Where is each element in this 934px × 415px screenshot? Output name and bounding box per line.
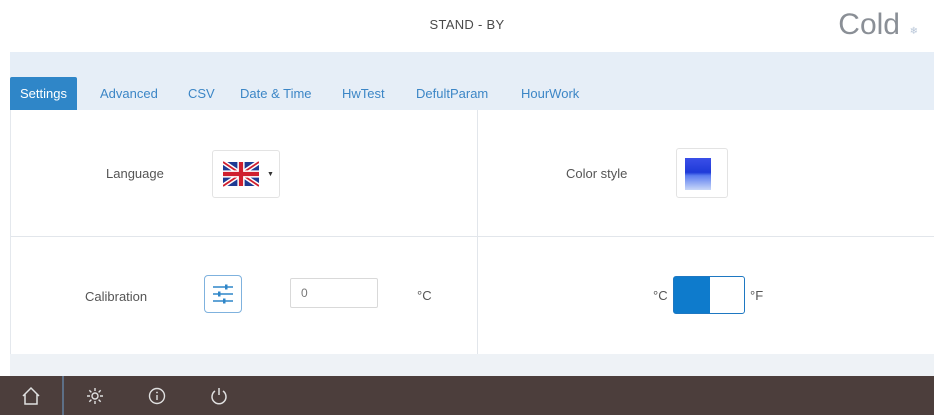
toggle-knob: [674, 277, 710, 313]
mode-label: Cold: [838, 8, 900, 41]
bottom-navbar: [0, 376, 934, 415]
language-select[interactable]: ▼: [212, 150, 280, 198]
color-swatch: [685, 158, 711, 190]
uk-flag-icon: [223, 161, 259, 187]
unit-fahrenheit-label: °F: [750, 288, 764, 303]
power-button[interactable]: [188, 376, 250, 415]
settings-panel: Language ▼ Color style Calibration 0 °C …: [10, 110, 934, 354]
calibration-input[interactable]: [290, 278, 378, 308]
power-icon: [211, 388, 227, 405]
settings-button[interactable]: [64, 376, 126, 415]
tab-date-time[interactable]: Date & Time: [240, 77, 312, 110]
chevron-down-icon: ▼: [267, 171, 274, 178]
color-style-select[interactable]: [676, 148, 728, 198]
column-divider: [477, 110, 478, 354]
info-button[interactable]: [126, 376, 188, 415]
tab-bar: Settings Advanced CSV Date & Time HwTest…: [10, 52, 934, 110]
row-divider: [11, 236, 934, 237]
header-bar: STAND - BY Cold ❄: [0, 0, 934, 52]
tab-settings[interactable]: Settings: [10, 77, 77, 110]
language-label: Language: [106, 166, 164, 181]
home-button[interactable]: [0, 376, 62, 415]
tab-defultparam[interactable]: DefultParam: [416, 77, 488, 110]
snowflake-icon: ❄: [909, 26, 918, 37]
home-icon: [22, 386, 40, 405]
unit-celsius-label: °C: [653, 288, 668, 303]
content-footer: [10, 354, 934, 376]
gear-icon: [87, 388, 103, 404]
calibration-label: Calibration: [85, 289, 148, 304]
temperature-unit-toggle[interactable]: [673, 276, 745, 314]
color-style-label: Color style: [566, 166, 628, 181]
sliders-icon: [213, 284, 233, 304]
calibration-unit: °C: [417, 288, 432, 303]
tab-hwtest[interactable]: HwTest: [342, 77, 385, 110]
calibration-adjust-button[interactable]: [204, 275, 242, 313]
tab-advanced[interactable]: Advanced: [100, 77, 158, 110]
machine-status: STAND - BY: [429, 17, 505, 32]
info-icon: [148, 387, 166, 405]
tab-hourwork[interactable]: HourWork: [521, 77, 579, 110]
tab-csv[interactable]: CSV: [188, 77, 215, 110]
